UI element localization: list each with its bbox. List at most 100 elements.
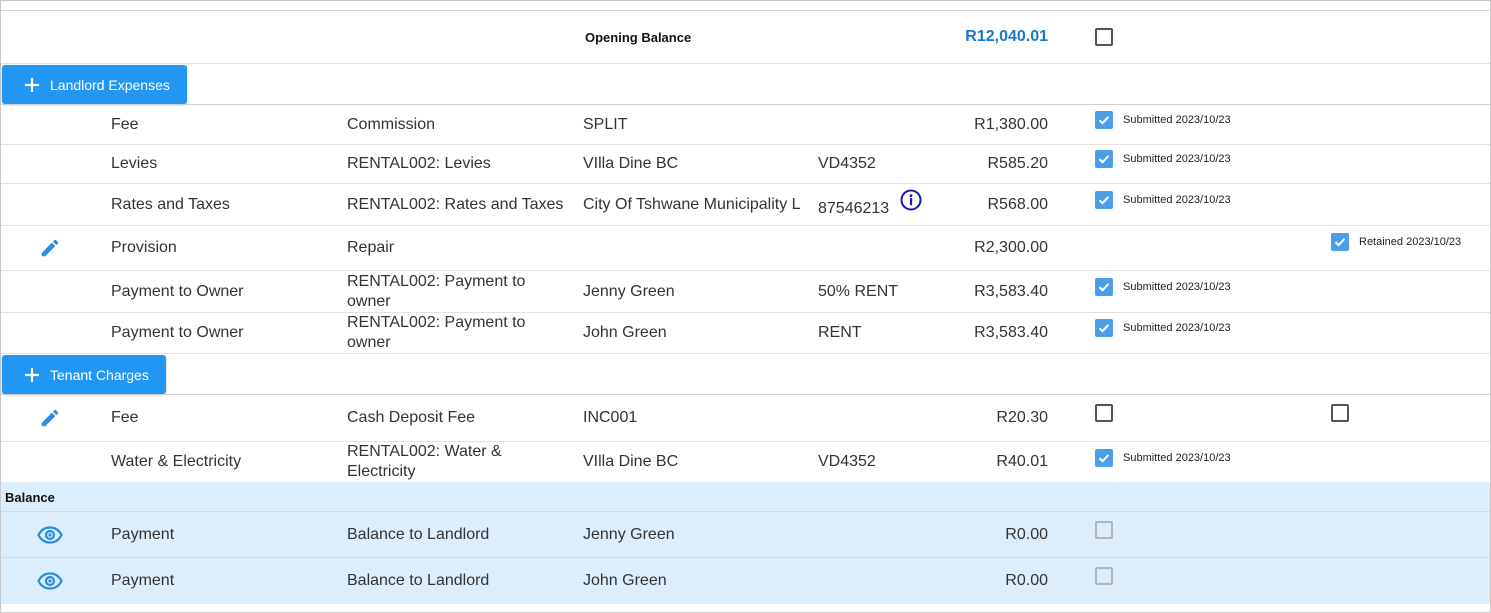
row-description: Cash Deposit Fee	[347, 409, 476, 426]
status-label: Retained 2023/10/23	[1359, 236, 1462, 248]
check-icon	[1334, 238, 1346, 247]
submitted-checkbox[interactable]	[1095, 190, 1113, 209]
row-amount: R568.00	[987, 195, 1049, 213]
row-reference: RENT	[818, 324, 862, 341]
row-description: RENTAL002: Payment to owner	[347, 272, 526, 310]
pencil-icon	[41, 409, 59, 427]
row-status: Submitted 2023/10/23	[1095, 179, 1231, 220]
opening-balance-status	[1095, 11, 1113, 63]
eye-icon	[37, 571, 63, 590]
row-type: Payment to Owner	[111, 282, 244, 300]
row-reference: 87546213	[818, 184, 938, 225]
status-label: Submitted 2023/10/23	[1123, 113, 1231, 126]
add-tenant-charge-button[interactable]: Tenant Charges	[2, 355, 166, 394]
table-row[interactable]: Levies RENTAL002: Levies VIlla Dine BC V…	[1, 145, 1490, 184]
info-icon[interactable]	[900, 189, 922, 211]
row-retain-status	[1331, 390, 1349, 436]
check-icon	[1098, 324, 1110, 333]
row-description: RENTAL002: Levies	[347, 155, 491, 172]
balance-heading: Balance	[5, 489, 55, 505]
row-payee: John Green	[583, 571, 667, 589]
row-payee: SPLIT	[583, 115, 628, 133]
table-row[interactable]: Fee Commission SPLIT R1,380.00 Submitted…	[1, 105, 1490, 145]
submitted-checkbox[interactable]	[1095, 150, 1113, 168]
row-payee: VIlla Dine BC	[583, 453, 679, 470]
retained-checkbox[interactable]	[1331, 233, 1349, 251]
status-label: Submitted 2023/10/23	[1123, 280, 1231, 293]
add-landlord-expense-button[interactable]: Landlord Expenses	[2, 65, 187, 104]
status-label: Submitted 2023/10/23	[1123, 452, 1231, 464]
view-button[interactable]	[31, 512, 69, 557]
row-amount: R40.01	[996, 453, 1048, 470]
view-button[interactable]	[31, 558, 69, 603]
row-type: Levies	[111, 155, 158, 172]
opening-balance-label: Opening Balance	[585, 29, 692, 45]
check-icon	[1098, 115, 1110, 125]
check-icon	[1098, 282, 1110, 292]
row-type: Payment	[111, 571, 175, 589]
row-description: RENTAL002: Water & Electricity	[347, 443, 502, 480]
submitted-checkbox[interactable]	[1095, 110, 1113, 129]
row-reference: 50% RENT	[818, 282, 899, 300]
row-description: RENTAL002: Rates and Taxes	[347, 195, 564, 213]
submit-checkbox[interactable]	[1095, 404, 1113, 422]
opening-balance-row: Opening Balance R12,040.01	[1, 11, 1490, 64]
row-amount: R0.00	[1005, 571, 1048, 589]
check-icon	[1098, 195, 1110, 205]
row-type: Water & Electricity	[111, 453, 242, 470]
pencil-icon	[41, 239, 59, 257]
check-icon	[1098, 155, 1110, 164]
plus-icon	[25, 77, 39, 92]
edit-button[interactable]	[31, 395, 69, 441]
table-row[interactable]: Payment Balance to Landlord John Green R…	[1, 558, 1490, 603]
submitted-checkbox[interactable]	[1095, 277, 1113, 296]
opening-balance-checkbox[interactable]	[1095, 28, 1113, 46]
row-status	[1095, 507, 1113, 552]
eye-icon	[37, 525, 63, 544]
submitted-checkbox[interactable]	[1095, 319, 1113, 337]
row-amount: R3,583.40	[974, 324, 1048, 341]
table-row[interactable]: Rates and Taxes RENTAL002: Rates and Tax…	[1, 184, 1490, 226]
disabled-checkbox	[1095, 566, 1113, 585]
row-description: Repair	[347, 239, 395, 256]
row-status: Submitted 2023/10/23	[1095, 308, 1231, 348]
table-row[interactable]: Payment to Owner RENTAL002: Payment to o…	[1, 313, 1490, 354]
transactions-panel: Opening Balance R12,040.01 Landlord Expe…	[0, 0, 1491, 613]
status-label: Submitted 2023/10/23	[1123, 153, 1231, 165]
row-status: Submitted 2023/10/23	[1095, 100, 1231, 139]
row-status: Submitted 2023/10/23	[1095, 140, 1231, 178]
row-amount: R2,300.00	[974, 239, 1048, 256]
disabled-checkbox	[1095, 520, 1113, 539]
table-row[interactable]: Water & Electricity RENTAL002: Water & E…	[1, 442, 1490, 482]
row-type: Fee	[111, 115, 139, 133]
row-description: Balance to Landlord	[347, 525, 490, 543]
status-label: Submitted 2023/10/23	[1123, 193, 1231, 206]
row-type: Provision	[111, 239, 177, 256]
check-icon	[1098, 454, 1110, 463]
table-row[interactable]: Provision Repair R2,300.00 Retained 2023…	[1, 226, 1490, 271]
row-description: RENTAL002: Payment to owner	[347, 314, 526, 351]
reference-text: 87546213	[818, 200, 890, 217]
row-payee: John Green	[583, 324, 667, 341]
row-reference: VD4352	[818, 453, 876, 470]
row-status: Retained 2023/10/23	[1331, 220, 1461, 264]
table-row[interactable]: Payment Balance to Landlord Jenny Green …	[1, 512, 1490, 558]
row-payee: Jenny Green	[583, 282, 675, 300]
edit-button[interactable]	[31, 226, 69, 270]
row-amount: R1,380.00	[974, 115, 1048, 133]
retain-checkbox[interactable]	[1331, 404, 1349, 422]
submitted-checkbox[interactable]	[1095, 449, 1113, 467]
row-description: Commission	[347, 115, 436, 133]
row-payee: City Of Tshwane Municipality L	[583, 195, 801, 213]
status-label: Submitted 2023/10/23	[1123, 322, 1231, 334]
table-row[interactable]: Fee Cash Deposit Fee INC001 R20.30	[1, 395, 1490, 442]
row-payee: Jenny Green	[583, 525, 675, 543]
row-type: Payment	[111, 525, 175, 543]
row-status	[1095, 390, 1113, 436]
add-landlord-expense-label: Landlord Expenses	[50, 76, 170, 93]
row-payee: VIlla Dine BC	[583, 155, 679, 172]
row-reference: VD4352	[818, 155, 876, 172]
opening-balance-value: R12,040.01	[965, 28, 1048, 45]
table-row[interactable]: Payment to Owner RENTAL002: Payment to o…	[1, 271, 1490, 313]
add-tenant-charge-label: Tenant Charges	[50, 366, 149, 383]
